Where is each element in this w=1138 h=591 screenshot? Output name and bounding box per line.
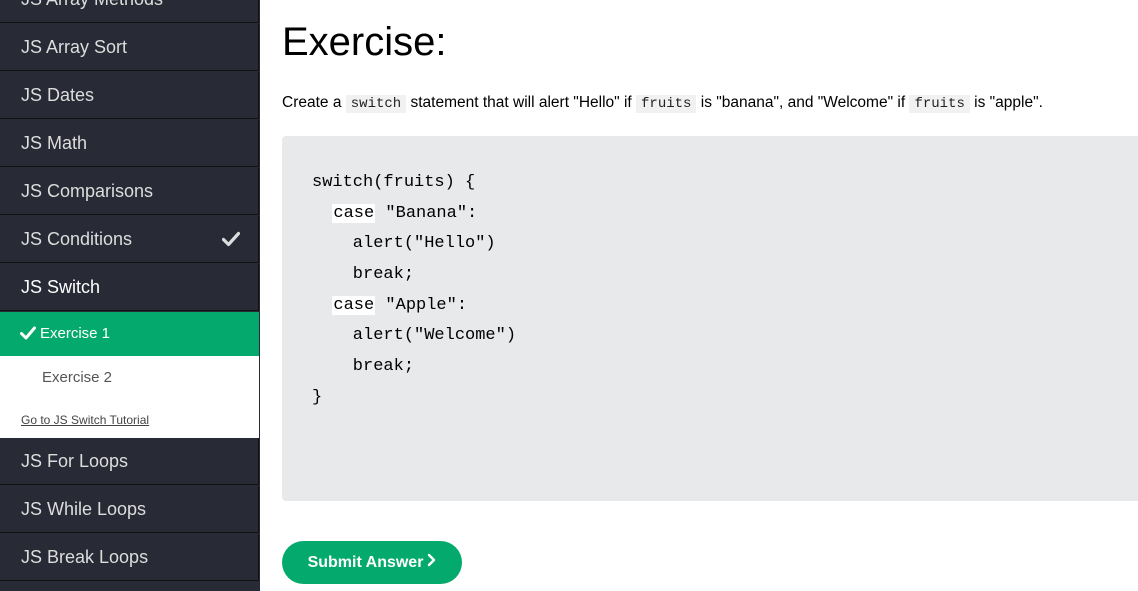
sidebar-item-dates[interactable]: JS Dates: [0, 72, 259, 119]
exercise-1-label: Exercise 1: [40, 325, 111, 342]
answer-blank-2[interactable]: case: [332, 295, 376, 315]
answer-blank-1[interactable]: case: [332, 203, 376, 223]
exercise-list: Exercise 1 Exercise 2 Go to JS Switch Tu…: [0, 312, 260, 438]
submit-label: Submit Answer: [307, 554, 424, 571]
checkmark-icon: [222, 231, 240, 247]
code-text: "Banana":: [375, 203, 478, 223]
tutorial-link[interactable]: Go to JS Switch Tutorial: [21, 413, 149, 427]
submit-answer-button[interactable]: Submit Answer: [282, 541, 462, 584]
desc-text: statement that will alert "Hello" if: [406, 94, 637, 111]
code-line: alert("Welcome"): [312, 326, 517, 346]
sidebar-item-label: JS Conditions: [21, 229, 133, 249]
desc-text: is "apple".: [969, 94, 1043, 111]
sidebar-item-comparisons[interactable]: JS Comparisons: [0, 168, 259, 215]
page-title: Exercise:: [282, 20, 447, 64]
sidebar-item-while-loops[interactable]: JS While Loops: [0, 486, 259, 533]
sidebar: JS Array Methods JS Array Sort JS Dates …: [0, 0, 260, 591]
code-line: case "Banana":: [312, 199, 516, 230]
sidebar-item-array-sort[interactable]: JS Array Sort: [0, 24, 259, 71]
code-line: }: [312, 387, 323, 407]
desc-text: Create a: [282, 94, 346, 111]
keyword-fruits: fruits: [909, 95, 970, 113]
code-line: case "Apple":: [312, 291, 516, 322]
sidebar-item-switch[interactable]: JS Switch: [0, 264, 259, 311]
sidebar-item-array-methods[interactable]: JS Array Methods: [0, 0, 259, 23]
sidebar-item-break-loops[interactable]: JS Break Loops: [0, 534, 259, 581]
code-line: break;: [312, 265, 415, 285]
code-text: "Apple":: [375, 295, 468, 315]
checkmark-icon: [20, 326, 36, 340]
exercise-description: Create a switch statement that will aler…: [282, 94, 1043, 113]
code-line: alert("Hello"): [312, 234, 496, 254]
sidebar-item-math[interactable]: JS Math: [0, 120, 259, 167]
chevron-right-icon: [428, 553, 436, 567]
sidebar-item-for-loops[interactable]: JS For Loops: [0, 438, 259, 485]
sidebar-item-conditions[interactable]: JS Conditions: [0, 216, 259, 263]
code-editor: switch(fruits) { case "Banana": alert("H…: [282, 136, 1138, 501]
keyword-fruits: fruits: [636, 95, 697, 113]
main-content: Exercise: Create a switch statement that…: [282, 0, 1138, 591]
code-line: switch(fruits) {: [312, 173, 476, 192]
keyword-switch: switch: [345, 95, 407, 113]
code-block: switch(fruits) { case "Banana": alert("H…: [312, 168, 516, 414]
exercise-1-item[interactable]: Exercise 1: [0, 312, 259, 356]
code-line: break;: [312, 357, 415, 377]
exercise-2-item[interactable]: Exercise 2: [0, 356, 259, 400]
desc-text: is "banana", and "Welcome" if: [696, 94, 910, 111]
